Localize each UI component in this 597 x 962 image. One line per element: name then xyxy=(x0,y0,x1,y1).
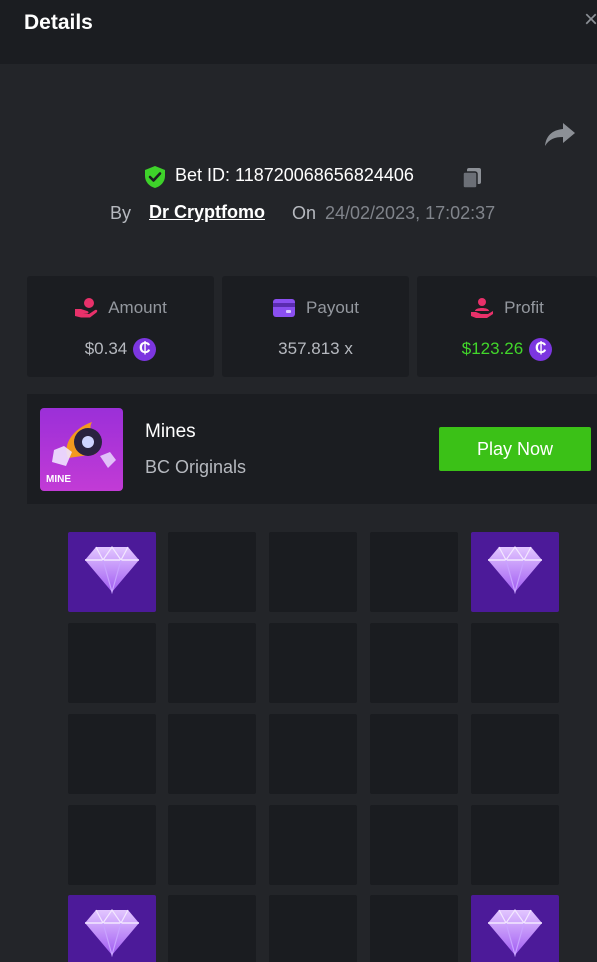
gem-tile xyxy=(68,895,156,962)
on-label: On xyxy=(292,203,317,223)
empty-tile xyxy=(68,623,156,703)
amount-card: Amount $0.34 ₵ xyxy=(27,276,214,377)
payout-value: 357.813 x xyxy=(278,339,353,358)
page-title: Details xyxy=(24,11,93,34)
empty-tile xyxy=(68,714,156,794)
empty-tile xyxy=(370,623,458,703)
empty-tile xyxy=(370,895,458,962)
share-icon[interactable] xyxy=(544,121,576,149)
empty-tile xyxy=(471,714,559,794)
empty-tile xyxy=(370,532,458,612)
bet-id-row: Bet ID: 118720068656824406 xyxy=(0,162,597,190)
gem-tile xyxy=(68,532,156,612)
empty-tile xyxy=(168,895,256,962)
empty-tile xyxy=(269,895,357,962)
profit-card: Profit $123.26 ₵ xyxy=(417,276,597,377)
game-card: MINE Mines BC Originals Play Now xyxy=(27,394,597,504)
mines-game-thumbnail[interactable]: MINE xyxy=(40,408,123,491)
amount-value: $0.34 xyxy=(84,339,128,358)
diamond-icon xyxy=(488,908,542,957)
empty-tile xyxy=(168,805,256,885)
empty-tile xyxy=(168,532,256,612)
diamond-icon xyxy=(85,545,139,594)
amount-label: Amount xyxy=(108,298,167,317)
empty-tile xyxy=(168,714,256,794)
game-provider: BC Originals xyxy=(145,457,247,477)
play-now-button[interactable]: Play Now xyxy=(439,427,591,471)
details-header: Details × xyxy=(0,0,597,64)
user-link[interactable]: Dr Cryptfomo xyxy=(149,202,265,223)
payout-label: Payout xyxy=(306,298,359,317)
gem-tile xyxy=(471,895,559,962)
mines-grid xyxy=(68,532,559,962)
empty-tile xyxy=(168,623,256,703)
bet-id-label: Bet ID: 118720068656824406 xyxy=(175,165,414,185)
game-name: Mines xyxy=(145,421,196,442)
copy-icon[interactable] xyxy=(460,166,484,190)
empty-tile xyxy=(269,623,357,703)
empty-tile xyxy=(471,805,559,885)
empty-tile xyxy=(68,805,156,885)
profit-value: $123.26 xyxy=(461,339,524,358)
shield-check-icon xyxy=(145,166,165,188)
hand-coin-icon xyxy=(75,298,98,318)
by-label: By xyxy=(110,203,132,223)
empty-tile xyxy=(370,805,458,885)
empty-tile xyxy=(269,714,357,794)
hand-person-icon xyxy=(471,298,494,318)
diamond-icon xyxy=(85,908,139,957)
profit-label: Profit xyxy=(504,298,544,317)
payout-card: Payout 357.813 x xyxy=(222,276,409,377)
coin-icon: ₵ xyxy=(133,337,157,361)
thumb-label: MINE xyxy=(46,474,71,485)
close-icon[interactable]: × xyxy=(584,8,597,32)
wallet-card-icon xyxy=(273,299,296,317)
diamond-icon xyxy=(488,545,542,594)
empty-tile xyxy=(269,532,357,612)
empty-tile xyxy=(269,805,357,885)
coin-icon: ₵ xyxy=(529,337,553,361)
empty-tile xyxy=(370,714,458,794)
empty-tile xyxy=(471,623,559,703)
bet-datetime: 24/02/2023, 17:02:37 xyxy=(325,203,496,223)
gem-tile xyxy=(471,532,559,612)
bet-author-row: By Dr Cryptfomo On 24/02/2023, 17:02:37 xyxy=(0,200,597,226)
